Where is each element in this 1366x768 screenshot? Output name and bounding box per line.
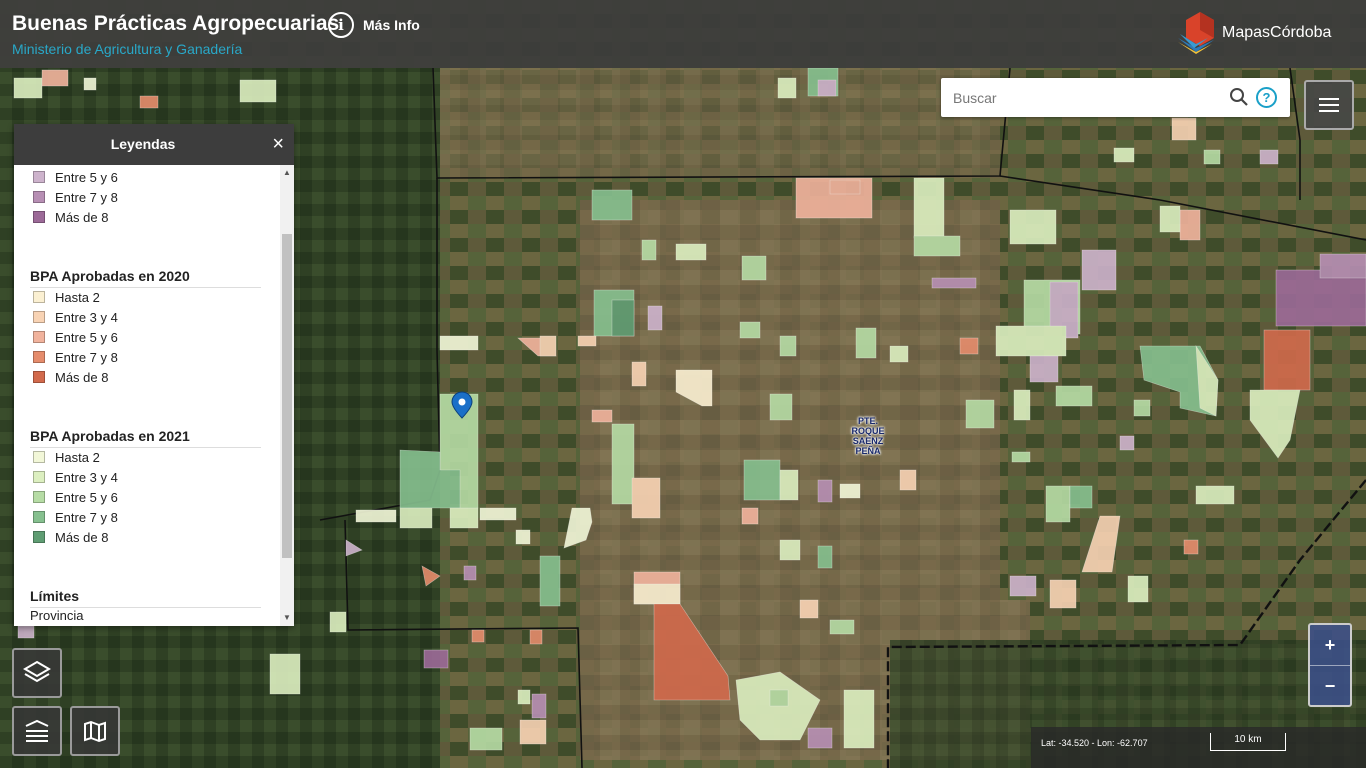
legend-item: Entre 3 y 4: [33, 309, 118, 325]
main-menu-button[interactable]: [1304, 80, 1354, 130]
legend-item-label: Entre 5 y 6: [55, 169, 118, 185]
legend-swatch: [33, 451, 45, 463]
zoom-out-button[interactable]: −: [1310, 665, 1350, 706]
legend-section-title: Límites: [30, 588, 80, 604]
hamburger-menu-icon: [1319, 98, 1339, 112]
city-label: PTE. ROQUE SAENZ PEÑA: [851, 416, 885, 456]
legend-divider: [30, 447, 261, 448]
zoom-in-button[interactable]: +: [1310, 625, 1350, 665]
legend-panel: Leyendas × Entre 5 y 6 Entre 7 y 8 Más d…: [14, 124, 294, 626]
legend-item: Hasta 2: [33, 289, 100, 305]
legend-swatch: [33, 331, 45, 343]
legend-item-label: Entre 7 y 8: [55, 349, 118, 365]
scale-bar: 10 km: [1210, 733, 1286, 751]
mapas-cordoba-logo-icon: [1178, 12, 1214, 54]
legend-scrollbar[interactable]: ▲ ▼: [280, 165, 294, 626]
legend-item-label: Más de 8: [55, 369, 109, 385]
legend-section-title: BPA Aprobadas en 2020: [30, 268, 190, 284]
legend-swatch: [33, 471, 45, 483]
brand-logo[interactable]: MapasCórdoba: [1176, 12, 1331, 54]
app-title: Buenas Prácticas Agropecuarias: [12, 12, 340, 35]
legend-item: Entre 7 y 8: [33, 509, 118, 525]
coordinates-readout: Lat: -34.520 - Lon: -62.707: [1041, 738, 1148, 748]
legend-item-label: Entre 3 y 4: [55, 469, 118, 485]
legend-item-label: Entre 7 y 8: [55, 509, 118, 525]
status-bar: Lat: -34.520 - Lon: -62.707 10 km: [1031, 727, 1366, 768]
legend-item-label: Más de 8: [55, 209, 109, 225]
legend-item: Hasta 2: [33, 449, 100, 465]
legend-item-label: Entre 5 y 6: [55, 329, 118, 345]
basemap-button[interactable]: [70, 706, 120, 756]
legend-item: Entre 5 y 6: [33, 489, 118, 505]
legend-item: Entre 3 y 4: [33, 469, 118, 485]
legend-swatch: [33, 491, 45, 503]
search-box: ?: [941, 78, 1290, 117]
legend-swatch: [33, 211, 45, 223]
legend-swatch: [33, 311, 45, 323]
legend-toggle-button[interactable]: [12, 706, 62, 756]
scrollbar-thumb[interactable]: [282, 234, 292, 558]
legend-item: Más de 8: [33, 369, 108, 385]
more-info-button[interactable]: i Más Info: [328, 12, 420, 38]
legend-item: Entre 5 y 6: [33, 169, 118, 185]
zoom-control: + −: [1308, 623, 1352, 707]
legend-item-label: Entre 7 y 8: [55, 189, 118, 205]
help-icon[interactable]: ?: [1256, 87, 1277, 108]
legend-item-label: Hasta 2: [55, 289, 100, 305]
brand-label: MapasCórdoba: [1222, 24, 1332, 41]
legend-item: Entre 7 y 8: [33, 349, 118, 365]
legend-body: Entre 5 y 6 Entre 7 y 8 Más de 8 BPA Apr…: [14, 165, 280, 626]
legend-swatch: [33, 191, 45, 203]
scroll-up-arrow-icon[interactable]: ▲: [280, 165, 294, 181]
legend-header: Leyendas ×: [14, 124, 294, 165]
scroll-down-arrow-icon[interactable]: ▼: [280, 610, 294, 626]
legend-layers-icon: [25, 719, 49, 742]
legend-item: Provincia: [30, 607, 83, 623]
legend-close-button[interactable]: ×: [272, 134, 284, 154]
legend-swatch: [33, 531, 45, 543]
legend-swatch: [33, 511, 45, 523]
legend-divider: [30, 287, 261, 288]
app-subtitle: Ministerio de Agricultura y Ganadería: [12, 41, 243, 57]
legend-item-label: Entre 3 y 4: [55, 309, 118, 325]
search-input[interactable]: [951, 86, 1225, 110]
layers-icon: [23, 660, 51, 683]
legend-item-label: Entre 5 y 6: [55, 489, 118, 505]
legend-item-label: Más de 8: [55, 529, 109, 545]
legend-swatch: [33, 371, 45, 383]
map-icon: [84, 720, 106, 743]
legend-item: Más de 8: [33, 209, 108, 225]
legend-swatch: [33, 171, 45, 183]
legend-item: Entre 5 y 6: [33, 329, 118, 345]
legend-title: Leyendas: [110, 136, 176, 152]
legend-item: Más de 8: [33, 529, 108, 545]
more-info-label: Más Info: [363, 17, 420, 33]
legend-item-label: Hasta 2: [55, 449, 100, 465]
legend-section-title: BPA Aprobadas en 2021: [30, 428, 190, 444]
app-header: Buenas Prácticas Agropecuarias Ministeri…: [0, 0, 1366, 68]
layers-button[interactable]: [12, 648, 62, 698]
legend-swatch: [33, 291, 45, 303]
search-icon[interactable]: [1229, 87, 1249, 107]
legend-item-label: Provincia: [30, 607, 84, 623]
legend-swatch: [33, 351, 45, 363]
info-icon: i: [328, 12, 354, 38]
legend-item: Entre 7 y 8: [33, 189, 118, 205]
